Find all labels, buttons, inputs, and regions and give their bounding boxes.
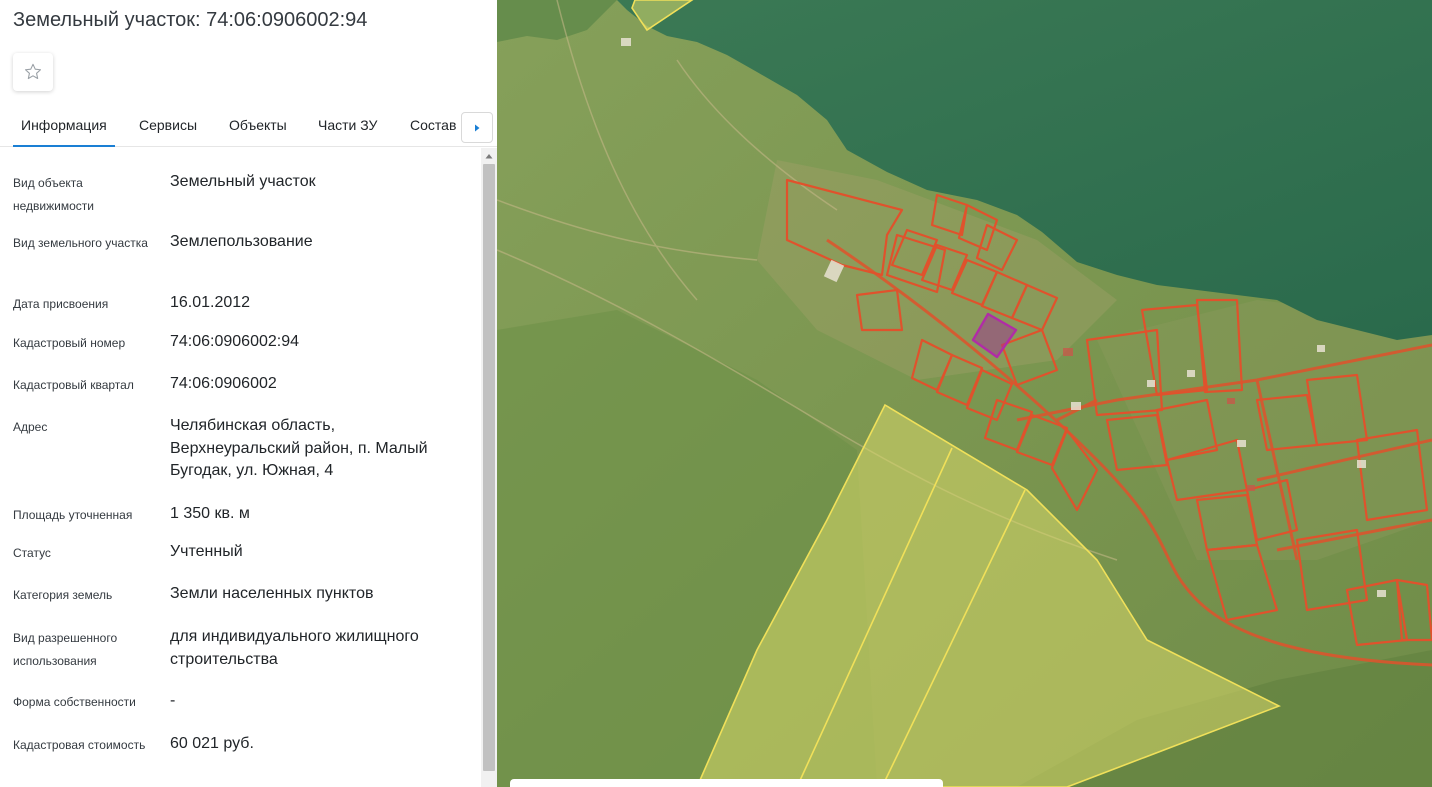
tab-bar: Информация Сервисы Объекты Части ЗУ Сост…	[0, 104, 497, 147]
property-value: 60 021 руб.	[170, 735, 254, 752]
property-value: -	[170, 692, 176, 709]
scroll-thumb[interactable]	[483, 164, 495, 771]
tabs-next-button[interactable]	[461, 112, 493, 143]
property-value: 16.01.2012	[170, 294, 251, 311]
property-value: Землепользование	[170, 233, 313, 250]
favorite-button[interactable]	[13, 53, 53, 91]
caret-right-icon	[475, 124, 480, 131]
caret-up-icon	[485, 154, 493, 159]
property-label: Кадастровый номер	[13, 336, 126, 350]
tab-parts[interactable]: Части ЗУ	[318, 104, 377, 147]
property-value: Учтенный	[170, 543, 243, 560]
property-label: Вид земельного участка	[13, 236, 148, 250]
property-value: 74:06:0906002:94	[170, 333, 300, 350]
panel-scrollbar[interactable]	[481, 148, 497, 787]
property-label: Категория земель	[13, 588, 113, 602]
property-value: для индивидуального жилищного строительс…	[170, 628, 419, 668]
info-panel: Земельный участок: 74:06:0906002:94 Инфо…	[0, 0, 497, 787]
property-value: 74:06:0906002	[170, 375, 277, 392]
property-value: 1 350 кв. м	[170, 505, 250, 522]
map-bottom-panel-handle[interactable]	[510, 779, 943, 787]
tab-composition[interactable]: Состав	[410, 104, 456, 147]
scroll-up-button[interactable]	[481, 148, 497, 164]
property-label: Вид объекта недвижимости	[13, 176, 94, 213]
property-value: Челябинская область, Верхнеуральский рай…	[170, 417, 428, 479]
property-label: Кадастровый квартал	[13, 378, 134, 392]
property-value: Земли населенных пунктов	[170, 585, 374, 602]
page-title: Земельный участок: 74:06:0906002:94	[13, 9, 368, 31]
property-label: Кадастровая стоимость	[13, 738, 146, 752]
satellite-map-layer	[497, 0, 1432, 787]
property-label: Дата присвоения	[13, 297, 109, 311]
property-label: Форма собственности	[13, 695, 136, 709]
property-label: Вид разрешенного использования	[13, 631, 118, 668]
property-list: Вид объекта недвижимости Земельный участ…	[0, 148, 480, 787]
tab-services[interactable]: Сервисы	[139, 104, 197, 147]
property-label: Статус	[13, 546, 51, 560]
tab-info[interactable]: Информация	[13, 104, 115, 147]
property-value: Земельный участок	[170, 173, 316, 190]
star-outline-icon	[24, 63, 42, 80]
cadastral-map[interactable]	[497, 0, 1432, 787]
tab-objects[interactable]: Объекты	[229, 104, 287, 147]
property-label: Адрес	[13, 420, 48, 434]
property-label: Площадь уточненная	[13, 508, 133, 522]
